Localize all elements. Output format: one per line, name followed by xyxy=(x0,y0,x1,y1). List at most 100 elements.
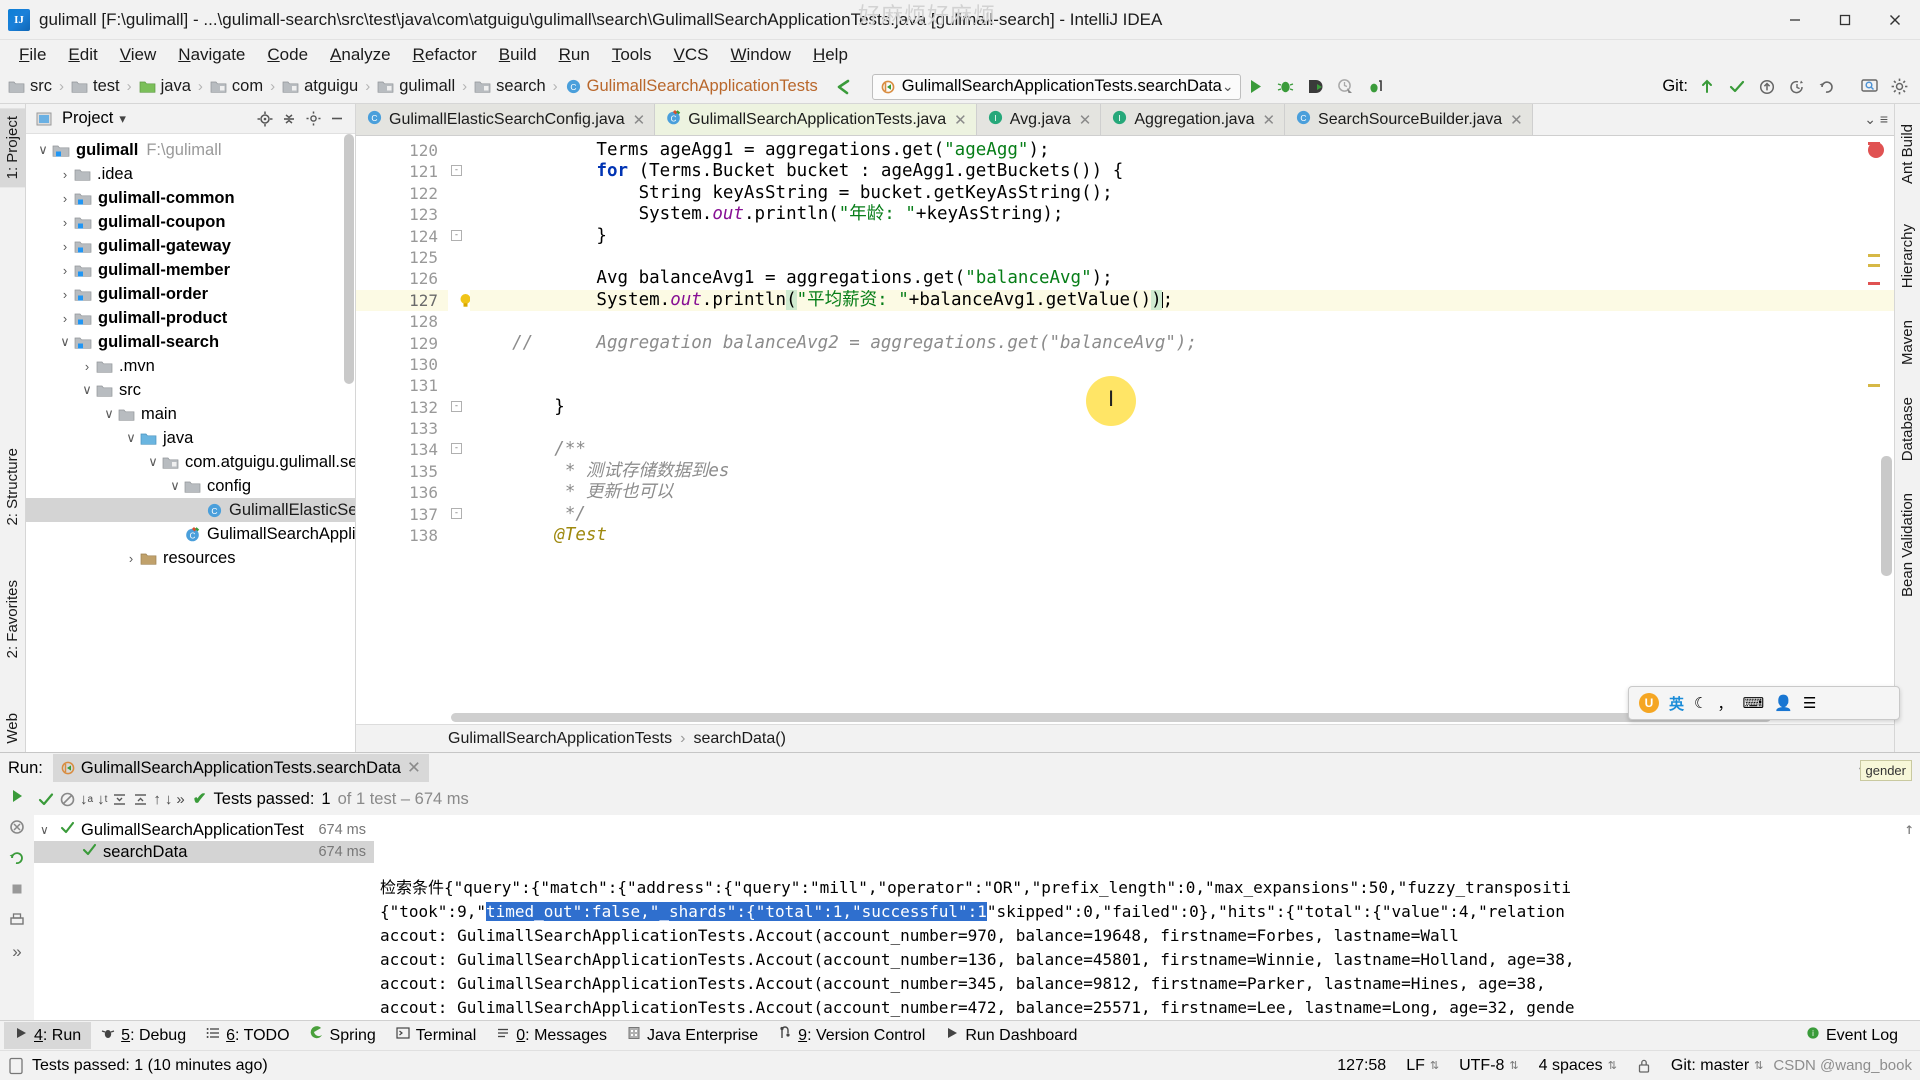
chevron-down-icon[interactable]: ∨ xyxy=(100,406,118,422)
chevron-right-icon[interactable]: › xyxy=(56,311,74,326)
more-icon[interactable]: » xyxy=(176,786,184,812)
chevron-right-icon[interactable]: › xyxy=(78,359,96,374)
git-update-project-icon[interactable] xyxy=(1692,72,1722,102)
menu-item-file[interactable]: File xyxy=(8,42,57,68)
breadcrumb-item-gulimallsearchapplicationtests[interactable]: C GulimallSearchApplicationTests xyxy=(565,77,818,96)
close-icon[interactable]: ✕ xyxy=(633,111,646,129)
tree-node-gulimallsearchapplica[interactable]: C GulimallSearchApplica xyxy=(26,522,355,546)
project-tree-scrollbar[interactable] xyxy=(344,134,354,384)
code-line[interactable]: @Test xyxy=(470,525,1894,546)
back-arrow-icon[interactable] xyxy=(828,72,858,102)
run-tab[interactable]: GulimallSearchApplicationTests.searchDat… xyxy=(52,754,429,782)
chevron-down-icon[interactable]: ▾ xyxy=(119,111,126,127)
code-line[interactable]: System.out.println("年龄: "+keyAsString); xyxy=(470,204,1894,225)
code-line[interactable] xyxy=(470,247,1894,268)
restart-button[interactable] xyxy=(8,849,26,872)
menu-icon[interactable]: ☰ xyxy=(1803,694,1816,712)
caret-position[interactable]: 127:58 xyxy=(1327,1057,1396,1075)
menu-item-vcs[interactable]: VCS xyxy=(663,42,720,68)
project-tree[interactable]: ∨ gulimall F:\gulimall › .idea › gulimall-comm… xyxy=(26,134,355,752)
tree-node-resources[interactable]: › resources xyxy=(26,546,355,570)
tree-node-gulimallelasticsear[interactable]: C GulimallElasticSear xyxy=(26,498,355,522)
code-line[interactable]: } xyxy=(470,397,1894,418)
search-everywhere-icon[interactable] xyxy=(1854,72,1884,102)
sidebar-item-hierarchy[interactable]: Hierarchy xyxy=(1895,216,1920,296)
editor-breadcrumb[interactable]: GulimallSearchApplicationTests › searchD… xyxy=(356,724,1894,752)
ime-mode-label[interactable]: 英 xyxy=(1669,693,1684,714)
expand-all-icon[interactable] xyxy=(111,786,128,812)
git-commit-icon[interactable] xyxy=(1722,72,1752,102)
minimize-button[interactable] xyxy=(1770,0,1820,40)
tool-window-button-run-dashboard[interactable]: Run Dashboard xyxy=(935,1022,1087,1049)
close-icon[interactable]: ✕ xyxy=(407,758,421,778)
tool-window-button-java-enterprise[interactable]: Java Enterprise xyxy=(617,1022,768,1049)
editor-vertical-scrollbar[interactable] xyxy=(1881,456,1892,576)
code-line[interactable]: String keyAsString = bucket.getKeyAsStri… xyxy=(470,183,1894,204)
code-content[interactable]: Terms ageAgg1 = aggregations.get("ageAgg… xyxy=(448,136,1894,724)
menu-item-code[interactable]: Code xyxy=(256,42,319,68)
menu-item-analyze[interactable]: Analyze xyxy=(319,42,401,68)
chevron-down-icon[interactable]: ∨ xyxy=(122,430,140,446)
scroll-up-icon[interactable]: ↑ xyxy=(1904,819,1914,838)
tree-node-gulimall-gateway[interactable]: › gulimall-gateway xyxy=(26,234,355,258)
tool-window-button-9-version-control[interactable]: 9: Version Control xyxy=(768,1022,935,1049)
tree-node-gulimall-common[interactable]: › gulimall-common xyxy=(26,186,355,210)
sidebar-item-structure[interactable]: 2: Structure xyxy=(0,440,25,534)
test-tree-row[interactable]: searchData 674 ms xyxy=(34,841,374,863)
tree-node-java[interactable]: ∨ java xyxy=(26,426,355,450)
tool-window-button-0-messages[interactable]: 0: Messages xyxy=(486,1022,617,1049)
project-settings-icon[interactable] xyxy=(301,107,325,131)
chevron-right-icon[interactable]: › xyxy=(56,191,74,206)
error-count-badge[interactable] xyxy=(1868,142,1884,158)
menu-item-refactor[interactable]: Refactor xyxy=(402,42,488,68)
sidebar-item-ant-build[interactable]: Ant Build xyxy=(1895,116,1920,192)
tree-node-gulimall[interactable]: ∨ gulimall F:\gulimall xyxy=(26,138,355,162)
sort-alphabetically-icon[interactable]: ↓ a xyxy=(80,786,93,812)
breadcrumb-item-search[interactable]: search xyxy=(474,77,546,96)
chevron-down-icon[interactable]: ∨ xyxy=(34,142,52,158)
sidebar-item-project[interactable]: 1: Project xyxy=(0,108,25,188)
print-button[interactable] xyxy=(8,911,26,934)
code-line[interactable]: * 更新也可以 xyxy=(470,482,1894,503)
chevron-right-icon[interactable]: › xyxy=(56,167,74,182)
tool-window-button-5-debug[interactable]: 5: Debug xyxy=(91,1022,196,1049)
menu-item-edit[interactable]: Edit xyxy=(57,42,108,68)
indent-selector[interactable]: 4 spaces ⇅ xyxy=(1529,1057,1627,1075)
code-line[interactable]: } xyxy=(470,226,1894,247)
profile-button[interactable] xyxy=(1331,72,1361,102)
run-button[interactable] xyxy=(1241,72,1271,102)
show-ignored-icon[interactable] xyxy=(59,786,76,812)
editor-tab-aggregation-java[interactable]: I Aggregation.java ✕ xyxy=(1101,104,1286,135)
keyboard-icon[interactable]: ⌨ xyxy=(1742,694,1764,712)
tree-node-gulimall-member[interactable]: › gulimall-member xyxy=(26,258,355,282)
breadcrumb-item-test[interactable]: test xyxy=(71,77,120,96)
breadcrumb-item-java[interactable]: java xyxy=(139,77,191,96)
code-line[interactable]: Avg balanceAvg1 = aggregations.get("bala… xyxy=(470,268,1894,289)
code-line[interactable] xyxy=(470,418,1894,439)
menu-item-navigate[interactable]: Navigate xyxy=(167,42,256,68)
collapse-all-icon[interactable] xyxy=(132,786,149,812)
chevron-right-icon[interactable]: › xyxy=(56,215,74,230)
encoding-selector[interactable]: UTF-8 ⇅ xyxy=(1449,1057,1529,1075)
sidebar-item-maven[interactable]: Maven xyxy=(1895,312,1920,373)
warning-stripe-marker[interactable] xyxy=(1868,384,1880,387)
sidebar-item-bean-validation[interactable]: Bean Validation xyxy=(1895,485,1920,605)
locate-file-icon[interactable] xyxy=(253,107,277,131)
tool-window-button-spring[interactable]: Spring xyxy=(300,1022,386,1049)
editor-tab-gulimallsearchapplicationtests-java[interactable]: C GulimallSearchApplicationTests.java ✕ xyxy=(655,104,977,135)
editor-tab-avg-java[interactable]: I Avg.java ✕ xyxy=(976,104,1102,135)
test-tree-row[interactable]: ∨ GulimallSearchApplicationTest 674 ms xyxy=(34,819,374,841)
lock-icon[interactable] xyxy=(1627,1058,1661,1074)
debug-button[interactable] xyxy=(1271,72,1301,102)
tree-node--idea[interactable]: › .idea xyxy=(26,162,355,186)
tree-node-main[interactable]: ∨ main xyxy=(26,402,355,426)
hide-panel-icon[interactable] xyxy=(325,107,349,131)
code-line[interactable]: * 测试存储数据到es xyxy=(470,461,1894,482)
previous-test-icon[interactable]: ↑ xyxy=(153,786,161,812)
test-results-tree[interactable]: ∨ GulimallSearchApplicationTest 674 ms sear… xyxy=(34,815,374,1020)
tool-window-button-terminal[interactable]: Terminal xyxy=(386,1022,486,1049)
sidebar-item-web[interactable]: Web xyxy=(0,705,25,752)
close-icon[interactable]: ✕ xyxy=(1510,111,1523,129)
ime-toolbar[interactable]: U 英 ☾ ， ⌨ 👤 ☰ xyxy=(1628,686,1900,720)
close-button[interactable] xyxy=(1870,0,1920,40)
